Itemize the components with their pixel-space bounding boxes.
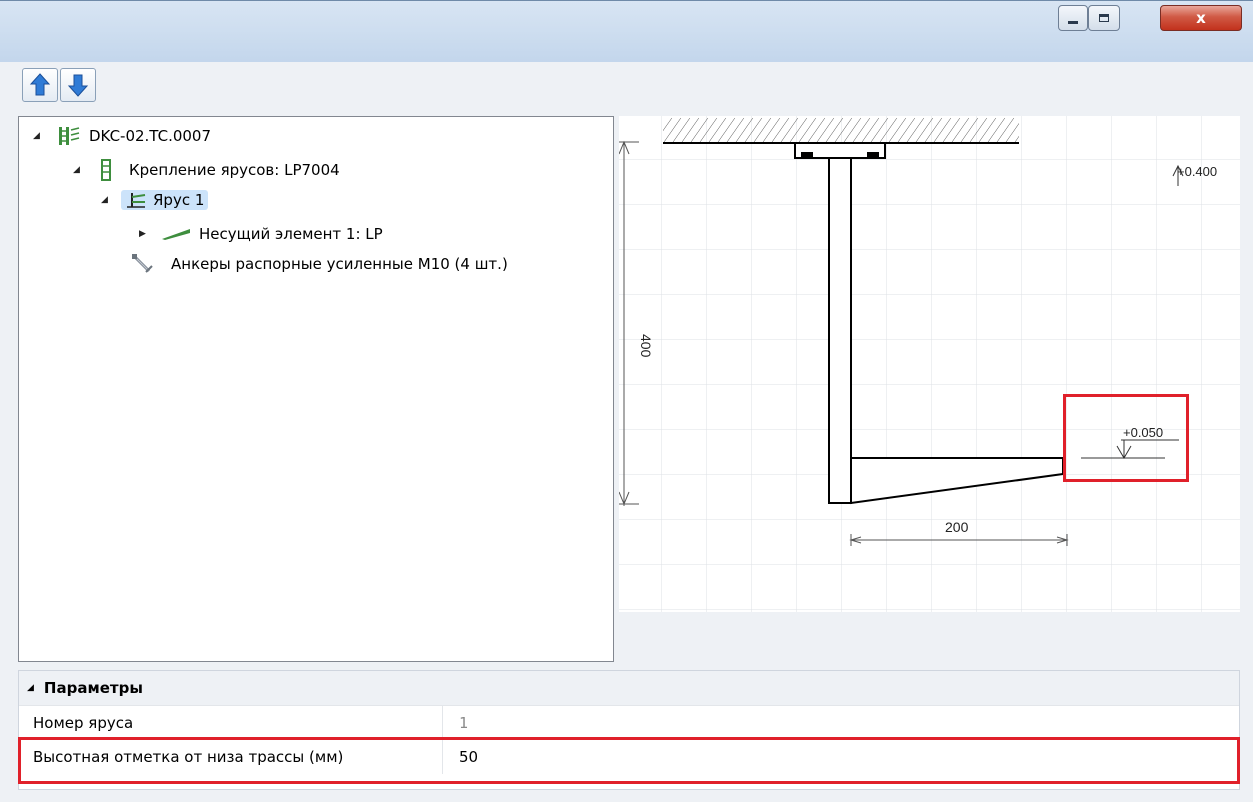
minimize-icon <box>1068 20 1078 24</box>
top-level-label: +0.400 <box>1177 164 1217 179</box>
arrow-up-icon <box>29 73 51 96</box>
tree-item-label: Анкеры распорные усиленные М10 (4 шт.) <box>171 255 508 273</box>
move-down-button[interactable] <box>60 68 96 102</box>
collapse-toggle-icon[interactable]: ◢ <box>27 683 34 693</box>
move-up-button[interactable] <box>22 68 58 102</box>
rack-icon <box>59 127 80 145</box>
collapse-toggle-icon[interactable]: ◢ <box>33 131 43 141</box>
tree-item-selection: Ярус 1 <box>121 190 209 210</box>
tree-item-rack[interactable]: ◢ DKC-02.TC.0007 <box>33 123 211 149</box>
vertical-dimension-label: 400 <box>638 334 654 358</box>
height-mark-highlight <box>18 737 1240 784</box>
close-icon: x <box>1196 9 1206 27</box>
ceiling-hatch <box>663 118 1019 142</box>
property-value-readonly: 1 <box>459 714 469 732</box>
property-label: Номер яруса <box>19 706 443 740</box>
minimize-button[interactable] <box>1058 5 1088 31</box>
bracket-icon <box>162 229 190 240</box>
maximize-icon <box>1099 14 1109 22</box>
tier-drawing: 400 200 +0.400 +0.050 <box>619 116 1240 612</box>
vertical-post <box>828 157 852 504</box>
tree-item-tier-1[interactable]: ◢ Ярус 1 <box>101 187 209 213</box>
property-row-tier-number: Номер яруса 1 <box>19 705 1239 740</box>
anchor-icon <box>132 254 153 273</box>
structure-tree: ◢ DKC-02.TC.0007 ◢ Крепление ярусов: LP7… <box>18 116 614 662</box>
tree-item-label: Несущий элемент 1: LP <box>199 225 383 243</box>
properties-section-title: Параметры <box>43 679 143 697</box>
window-titlebar: x <box>0 0 1253 62</box>
post-icon <box>101 159 111 181</box>
tree-item-anchors[interactable]: Анкеры распорные усиленные М10 (4 шт.) <box>131 251 508 277</box>
tree-item-label: DKC-02.TC.0007 <box>89 127 212 145</box>
tree-item-bearing-element[interactable]: ▶ Несущий элемент 1: LP <box>139 221 383 247</box>
collapse-toggle-icon[interactable]: ◢ <box>73 165 83 175</box>
properties-section-header[interactable]: ◢ Параметры <box>19 671 1239 705</box>
tree-item-tier-mount[interactable]: ◢ Крепление ярусов: LP7004 <box>73 157 340 183</box>
expand-toggle-icon[interactable]: ▶ <box>139 229 149 239</box>
tree-item-label: Крепление ярусов: LP7004 <box>129 161 340 179</box>
close-button[interactable]: x <box>1160 5 1242 31</box>
tree-item-label: Ярус 1 <box>153 191 205 209</box>
grid-background <box>619 116 1240 612</box>
toolbar <box>22 68 96 104</box>
maximize-button[interactable] <box>1088 5 1120 31</box>
horizontal-dimension-label: 200 <box>945 519 969 535</box>
arrow-down-icon <box>67 74 89 97</box>
collapse-toggle-icon[interactable]: ◢ <box>101 195 111 205</box>
tier-level-highlight <box>1063 394 1189 482</box>
tier-drawing-preview: 400 200 +0.400 +0.050 <box>619 116 1240 612</box>
tier-icon <box>127 193 146 208</box>
